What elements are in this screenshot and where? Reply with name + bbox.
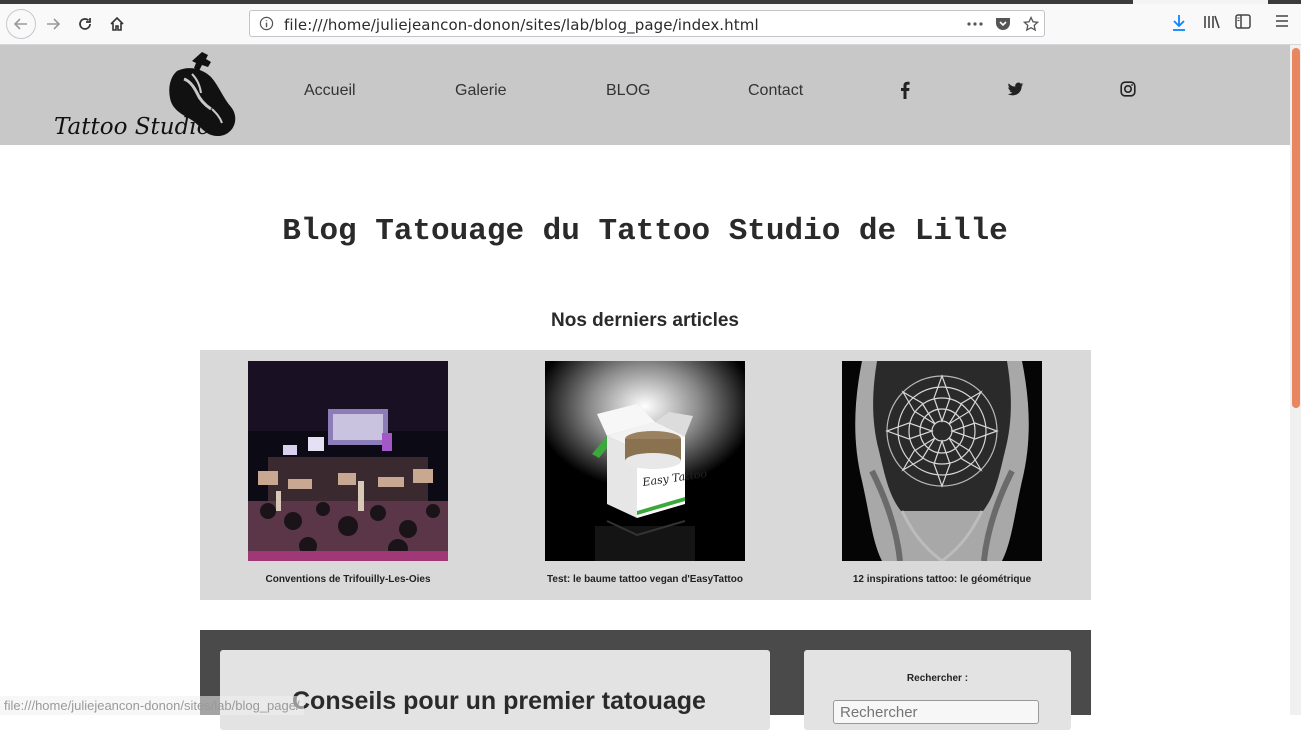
scrollbar-thumb[interactable] [1292,48,1300,408]
arrow-left-icon [13,18,27,30]
home-button[interactable] [103,10,131,38]
pocket-icon[interactable] [995,16,1011,36]
latest-articles-heading: Nos derniers articles [551,310,739,331]
info-icon[interactable] [259,16,274,36]
svg-text:Tattoo Studio: Tattoo Studio [54,114,211,140]
reload-icon [79,18,91,30]
tattoo-studio-logo[interactable]: Tattoo Studio [52,49,242,143]
more-actions-icon[interactable] [966,16,984,36]
geometric-tattoo-photo[interactable] [842,361,1042,561]
forward-button[interactable] [39,10,67,38]
url-text[interactable]: file:///home/juliejeancon-donon/sites/la… [284,16,759,34]
nav-link-contact[interactable]: Contact [748,82,803,100]
sidebar-icon[interactable] [1235,14,1251,34]
status-bar-url: file:///home/juliejeancon-donon/sites/la… [0,696,304,715]
latest-articles: Conventions de Trifouilly-Les-Oies Easy … [200,350,1091,600]
search-input[interactable] [833,700,1039,724]
search-label: Rechercher : [906,673,969,684]
article-caption[interactable]: 12 inspirations tattoo: le géométrique [802,574,1082,585]
reload-button[interactable] [71,10,99,38]
article-card[interactable]: 12 inspirations tattoo: le géométrique [802,361,1082,585]
convention-photo[interactable] [248,361,448,561]
post-title[interactable]: Conseils pour un premier tatouage [292,687,706,716]
article-caption[interactable]: Conventions de Trifouilly-Les-Oies [208,574,488,585]
browser-toolbar: file:///home/juliejeancon-donon/sites/la… [0,4,1301,45]
download-icon[interactable] [1171,14,1187,37]
page-title: Blog Tatouage du Tattoo Studio de Lille [282,214,1008,249]
article-card[interactable]: Conventions de Trifouilly-Les-Oies [208,361,488,585]
facebook-icon[interactable] [900,81,910,104]
post-card: Conseils pour un premier tatouage [220,650,770,730]
library-icon[interactable] [1203,14,1221,35]
site-header: Tattoo Studio Accueil Galerie BLOG Conta… [0,45,1290,145]
arrow-right-icon [47,18,61,30]
instagram-icon[interactable] [1120,81,1136,102]
menu-icon[interactable] [1275,14,1289,33]
article-caption[interactable]: Test: le baume tattoo vegan d'EasyTattoo [505,574,785,585]
back-button[interactable] [6,9,36,39]
bookmark-star-icon[interactable] [1022,15,1040,37]
article-card[interactable]: Easy Tattoo Test: le baume tattoo vegan … [505,361,785,585]
search-widget: Rechercher : [804,650,1071,730]
nav-link-accueil[interactable]: Accueil [304,82,356,100]
twitter-icon[interactable] [1007,81,1024,103]
nav-link-blog[interactable]: BLOG [606,82,650,100]
home-icon [110,16,124,31]
address-bar[interactable]: file:///home/juliejeancon-donon/sites/la… [249,10,1045,37]
nav-link-galerie[interactable]: Galerie [455,82,507,100]
easytattoo-product-photo[interactable]: Easy Tattoo [545,361,745,561]
